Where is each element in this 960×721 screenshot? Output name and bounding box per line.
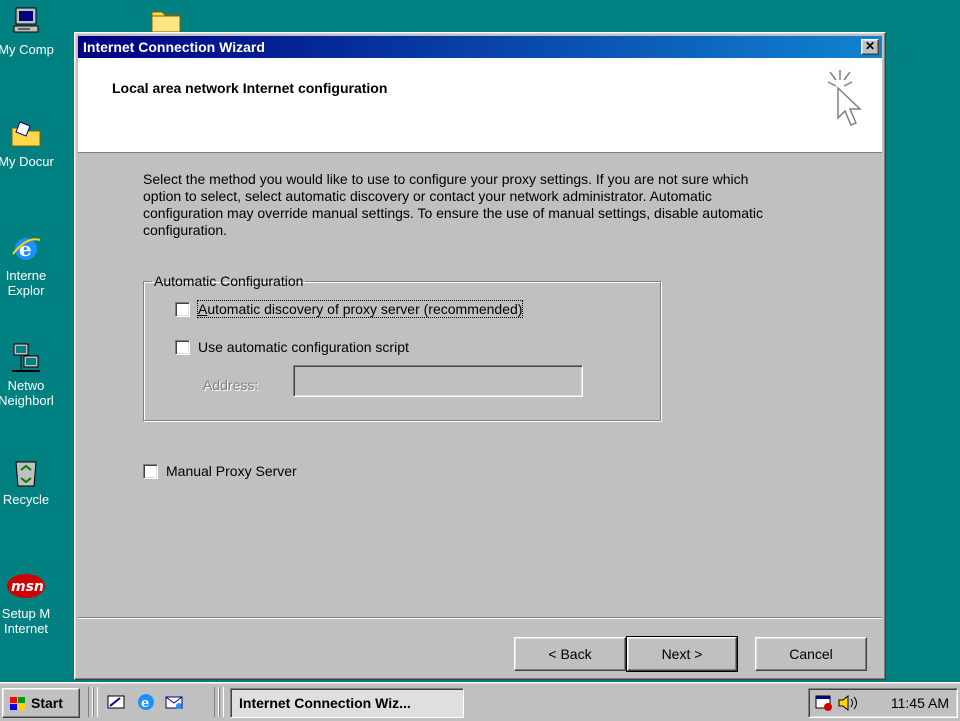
desktop-icon-label: Recycle [2,492,50,507]
msn-icon: msn [7,574,45,598]
auto-discovery-checkbox[interactable]: Automatic discovery of proxy server (rec… [175,300,524,318]
separator [78,617,882,619]
next-button[interactable]: Next > [626,636,738,672]
start-button[interactable]: Start [2,688,80,718]
auto-discovery-label: Automatic discovery of proxy server (rec… [196,300,524,318]
back-button[interactable]: < Back [514,637,626,671]
address-field [293,365,583,397]
clock[interactable]: 11:45 AM [891,695,949,711]
checkbox-box[interactable] [175,339,190,355]
description-text: Select the method you would like to use … [143,171,763,238]
svg-text:e: e [141,696,149,711]
manual-proxy-label: Manual Proxy Server [166,463,297,479]
taskbar-grip[interactable] [93,687,98,717]
task-button-label: Internet Connection Wiz... [239,695,411,711]
volume-icon[interactable] [837,694,859,712]
outlook-express-icon[interactable] [164,692,184,712]
system-tray: 11:45 AM [808,688,958,718]
desktop-icon-msn-setup[interactable]: msn Setup M Internet [0,570,66,636]
task-button-internet-connection-wizard[interactable]: Internet Connection Wiz... [230,688,464,718]
svg-text:msn: msn [11,579,44,595]
next-button-label: Next > [661,646,703,662]
checkbox-box[interactable] [143,463,158,479]
show-desktop-icon[interactable] [106,692,126,712]
back-button-label: < Back [548,646,592,662]
network-neighborhood-icon [12,343,40,372]
title-bar[interactable]: Internet Connection Wizard ✕ [78,36,882,58]
wizard-header: Local area network Internet configuratio… [78,58,882,153]
desktop-icon-recycle-bin[interactable]: Recycle [0,456,66,507]
close-button[interactable]: ✕ [861,39,879,55]
desktop-icon-my-computer[interactable]: My Comp [0,6,66,57]
windows-logo-icon [10,697,25,710]
desktop-icon-label: My Docur [0,154,54,169]
auto-script-label: Use automatic configuration script [198,339,409,355]
taskbar: Start e Internet Connection Wiz... 11:45… [0,682,960,721]
my-documents-icon [11,121,41,147]
taskbar-grip[interactable] [219,687,224,717]
scheduler-icon[interactable] [815,694,833,712]
recycle-bin-icon [15,461,37,487]
close-icon: ✕ [864,39,876,53]
desktop-icon-label: Netwo Neighborl [0,378,54,408]
internet-explorer-icon: e [12,237,41,261]
desktop-icon-network-neighborhood[interactable]: Netwo Neighborl [0,342,66,408]
start-label: Start [31,695,63,711]
cancel-button[interactable]: Cancel [755,637,867,671]
auto-discovery-label-text: utomatic discovery of proxy server (reco… [207,301,523,317]
wizard-window: Internet Connection Wizard ✕ Local area … [74,32,886,680]
manual-proxy-checkbox[interactable]: Manual Proxy Server [143,463,297,479]
my-computer-icon [13,7,39,33]
group-legend: Automatic Configuration [154,273,304,289]
window-title: Internet Connection Wizard [83,39,265,55]
page-title: Local area network Internet configuratio… [112,80,388,96]
wizard-cursor-icon [827,70,862,126]
checkbox-box[interactable] [175,301,190,317]
auto-script-checkbox[interactable]: Use automatic configuration script [175,339,409,355]
desktop-icon-label: Setup M Internet [1,606,51,636]
desktop-icon-label: My Comp [0,42,54,57]
address-label: Address: [203,377,259,393]
internet-explorer-icon[interactable]: e [136,692,156,712]
desktop-icon-my-documents[interactable]: My Docur [0,118,66,169]
cancel-button-label: Cancel [789,646,833,662]
desktop-icon-internet-explorer[interactable]: e Interne Explor [0,232,66,298]
desktop-icon-label: Interne Explor [5,268,47,298]
